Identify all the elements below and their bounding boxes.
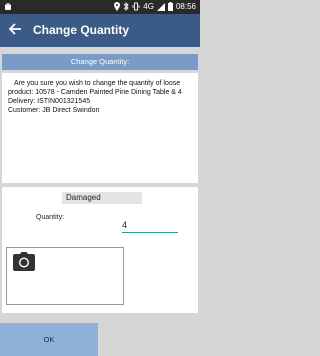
quantity-label: Quantity:: [36, 214, 65, 221]
quantity-panel: Damaged Quantity: 4: [2, 187, 198, 313]
location-icon: [114, 2, 121, 11]
back-arrow-icon[interactable]: [8, 22, 22, 36]
message-panel: Are you sure you wish to change the quan…: [2, 73, 198, 183]
ok-button[interactable]: OK: [0, 323, 98, 356]
battery-icon: [167, 2, 173, 11]
section-header: Change Quantity:: [2, 54, 198, 70]
quantity-input[interactable]: 4: [122, 219, 178, 233]
confirmation-message: Are you sure you wish to change the quan…: [8, 79, 194, 115]
message-line: product: 10578 - Camden Painted Pine Din…: [8, 89, 182, 96]
photo-box[interactable]: [6, 247, 124, 305]
message-line: Are you sure you wish to change the quan…: [14, 80, 181, 87]
network-type: 4G: [143, 2, 154, 11]
app-bar: Change Quantity: [0, 14, 200, 47]
camera-icon[interactable]: [13, 252, 35, 271]
signal-icon: [156, 2, 165, 11]
message-line: Customer: JB Direct Swindon: [8, 107, 100, 114]
reason-dropdown[interactable]: Damaged: [62, 192, 142, 204]
message-line: Delivery: ISTIN001321545: [8, 98, 91, 105]
clock: 08:56: [175, 2, 196, 11]
vibrate-icon: [132, 2, 140, 11]
status-bar: 4G 08:56: [0, 0, 200, 14]
page-title: Change Quantity: [33, 23, 130, 37]
bluetooth-icon: [123, 2, 129, 11]
android-icon: [5, 3, 11, 10]
